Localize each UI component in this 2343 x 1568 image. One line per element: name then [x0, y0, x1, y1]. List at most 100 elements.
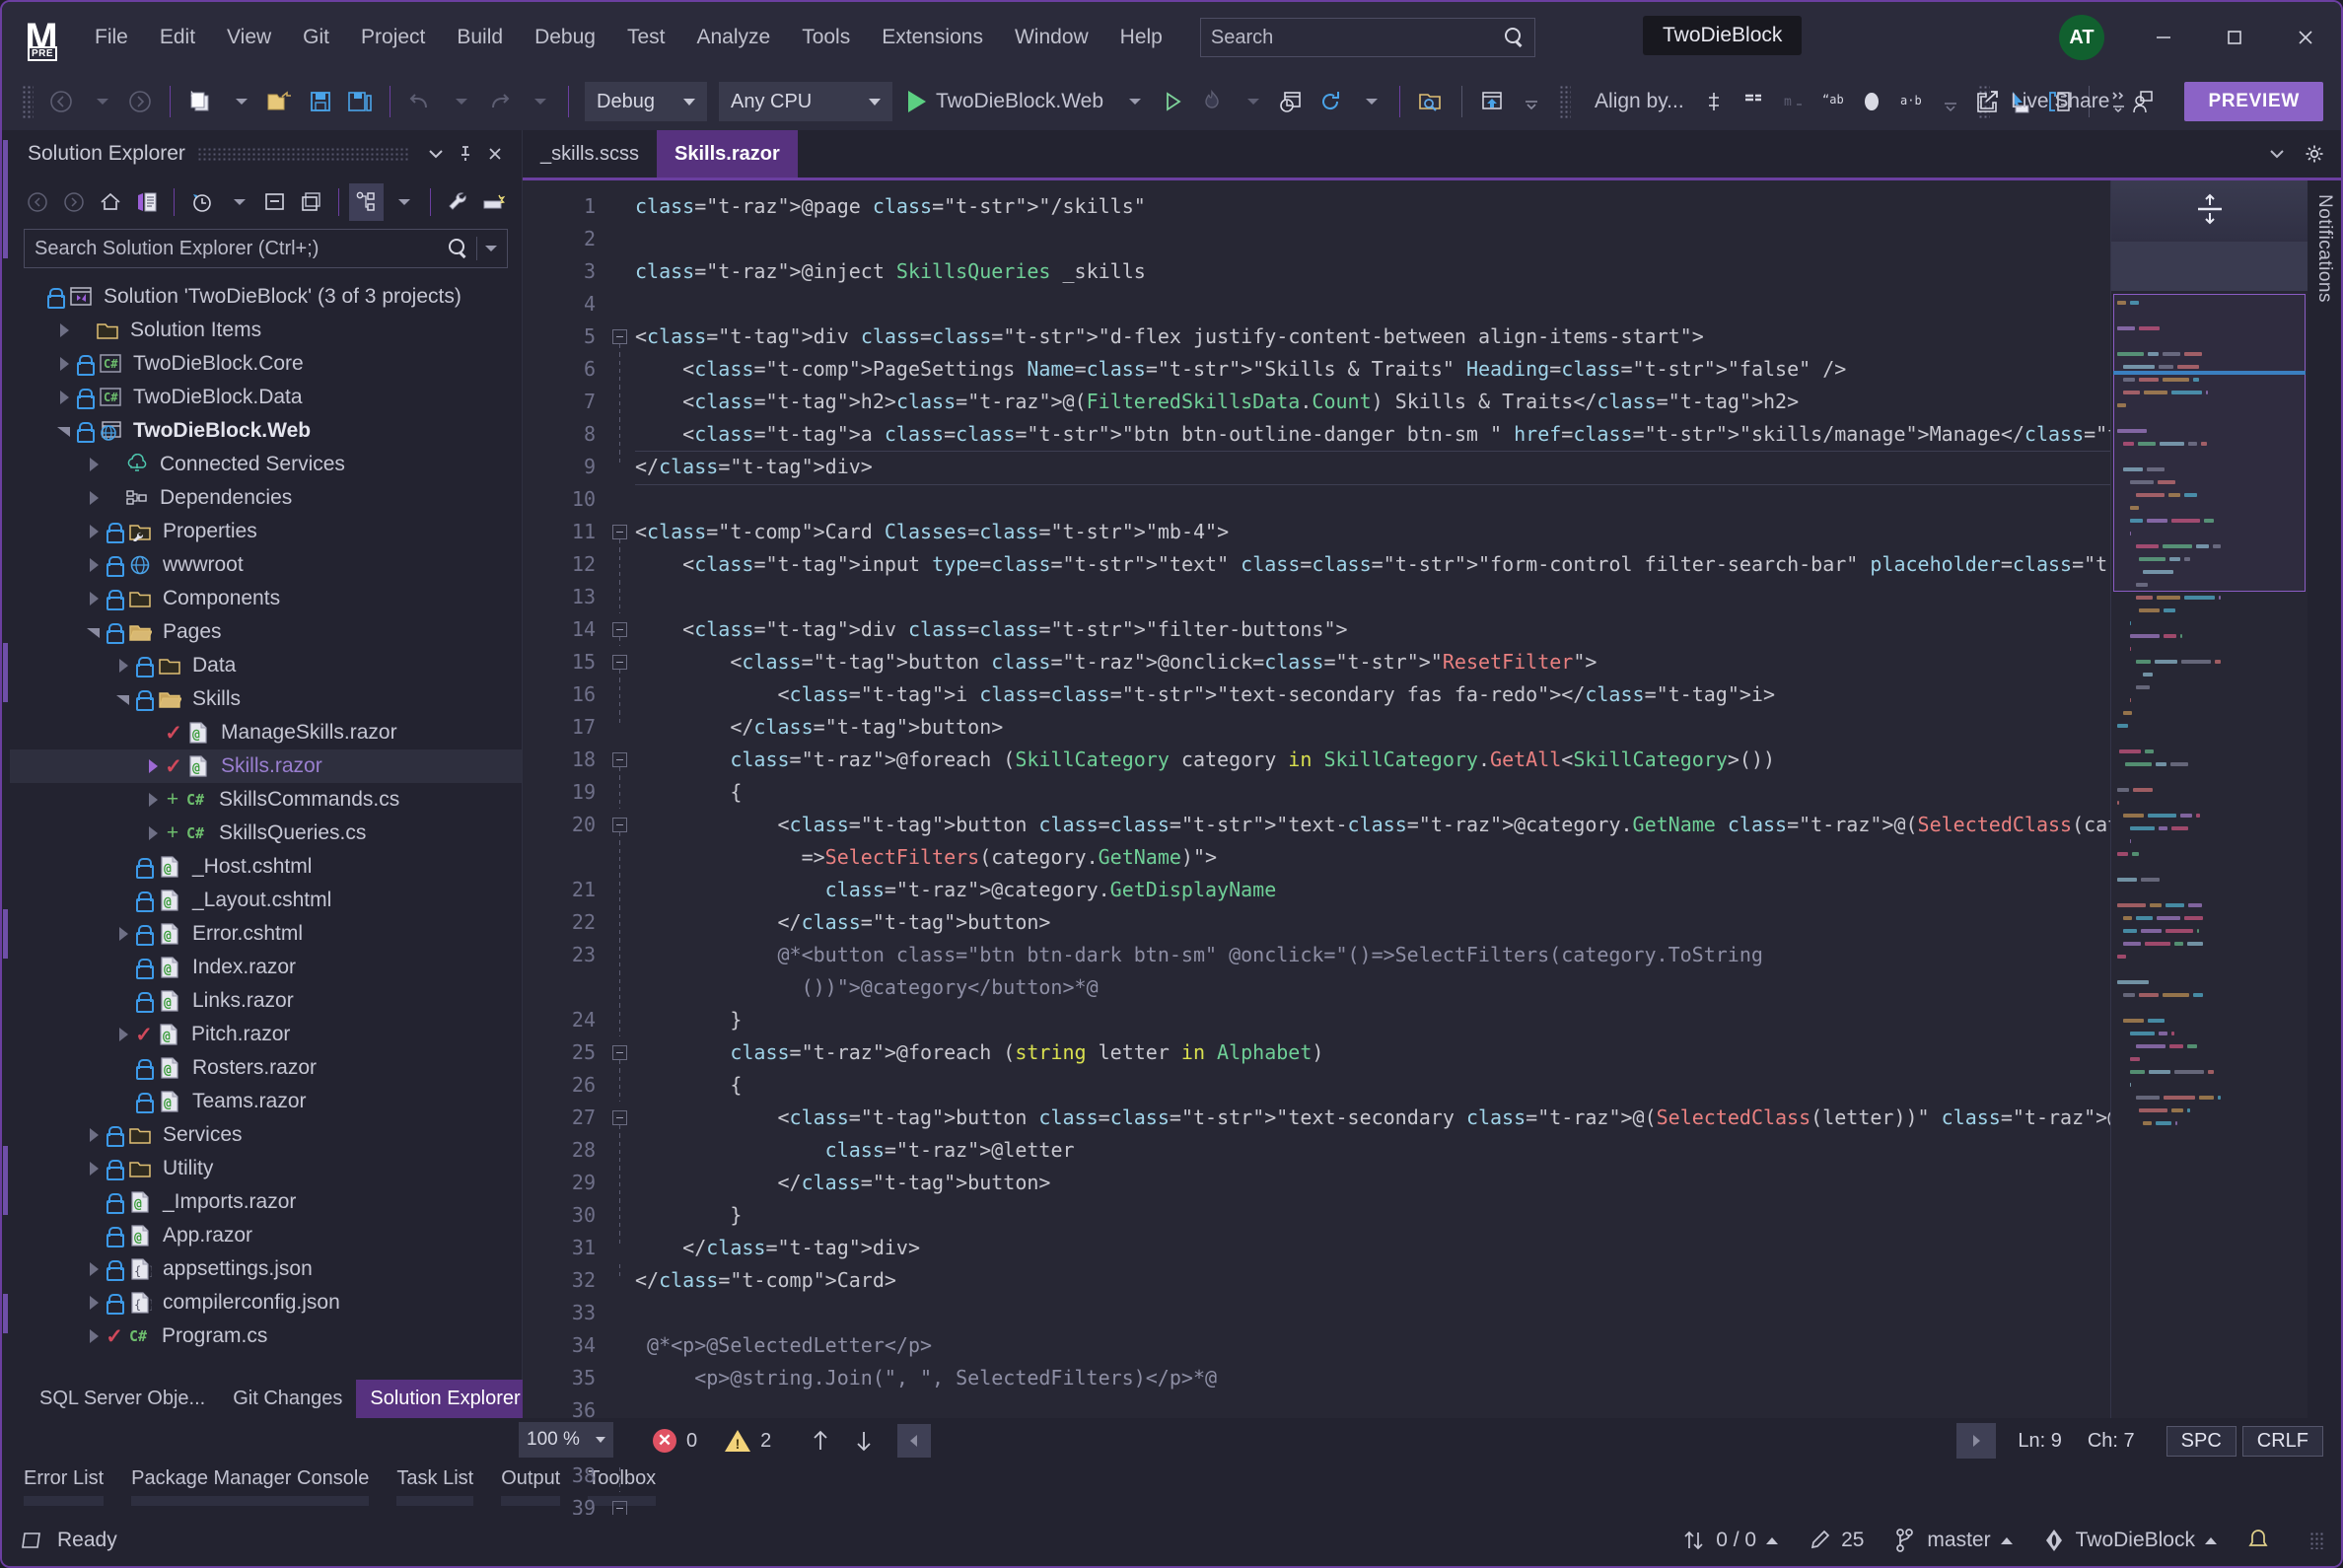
code-line[interactable]: class="t-raz">@foreach (SkillCategory ca…: [635, 744, 2110, 776]
undo-icon[interactable]: [400, 80, 440, 123]
code-line[interactable]: {: [635, 1069, 2110, 1102]
global-search-box[interactable]: [1199, 18, 1535, 57]
tree-item[interactable]: ✓ @ ManageSkills.razor: [10, 716, 522, 749]
expand-arrow-closed-icon[interactable]: [83, 454, 105, 475]
save-icon[interactable]: [301, 80, 340, 123]
tree-item[interactable]: ✓ @ Skills.razor: [10, 749, 522, 783]
code-text[interactable]: class="t-raz">@page class="t-str">"/skil…: [635, 180, 2110, 1418]
code-line[interactable]: class="t-raz">@page class="t-str">"/skil…: [635, 190, 2110, 223]
code-minimap[interactable]: [2110, 180, 2308, 1418]
tab-task-list[interactable]: Task List: [385, 1463, 485, 1506]
preview-button[interactable]: PREVIEW: [2184, 82, 2323, 121]
solution-view-dropdown[interactable]: [386, 183, 420, 221]
save-all-icon[interactable]: [340, 80, 380, 123]
fold-marker[interactable]: [607, 1167, 635, 1199]
code-line[interactable]: [635, 581, 2110, 613]
align-by-button[interactable]: Align by...: [1585, 80, 1694, 123]
menu-item-project[interactable]: Project: [345, 20, 441, 55]
code-line[interactable]: <class="t-tag">h2>class="t-raz">@(Filter…: [635, 386, 2110, 418]
pending-changes-status[interactable]: 0 / 0: [1682, 1529, 1779, 1552]
expand-arrow-closed-icon[interactable]: [53, 353, 75, 375]
account-badge-icon[interactable]: [2123, 80, 2163, 123]
fold-marker[interactable]: [607, 1004, 635, 1036]
tree-item[interactable]: TwoDieBlock.Web: [10, 414, 522, 448]
menu-item-git[interactable]: Git: [287, 20, 345, 55]
code-line[interactable]: }: [635, 1199, 2110, 1232]
fold-marker[interactable]: [607, 451, 635, 483]
fold-marker[interactable]: [607, 1199, 635, 1232]
expand-arrow-closed-icon[interactable]: [83, 1158, 105, 1179]
tree-item[interactable]: C# TwoDieBlock.Core: [10, 347, 522, 381]
code-editor[interactable]: 1 2 3 4 5 6 7 8 9 10 11 12 13 14 15 16 17 18 19 20 21 22 23 2…: [523, 178, 2341, 1566]
align-center-icon[interactable]: [1694, 80, 1734, 123]
tree-item[interactable]: C# TwoDieBlock.Data: [10, 381, 522, 414]
code-line[interactable]: </class="t-tag">div>: [635, 1232, 2110, 1264]
fold-marker[interactable]: [607, 1362, 635, 1394]
code-line[interactable]: class="t-raz">@foreach (string letter in…: [635, 1036, 2110, 1069]
menu-item-view[interactable]: View: [211, 20, 287, 55]
fold-marker[interactable]: [607, 1036, 635, 1069]
next-issue-button[interactable]: [842, 1423, 886, 1459]
history-dropdown[interactable]: [221, 183, 255, 221]
fold-marker[interactable]: [607, 646, 635, 678]
fold-marker[interactable]: [607, 809, 635, 841]
history-icon[interactable]: [184, 183, 219, 221]
redo-icon[interactable]: [479, 80, 519, 123]
new-project-icon[interactable]: [180, 80, 220, 123]
fold-marker[interactable]: [607, 678, 635, 711]
code-line[interactable]: class="t-raz">@category.GetDisplayName: [635, 874, 2110, 906]
fold-marker[interactable]: [607, 906, 635, 939]
open-file-icon[interactable]: [259, 80, 301, 123]
fold-marker[interactable]: [607, 744, 635, 776]
fold-marker[interactable]: [607, 483, 635, 516]
tree-item[interactable]: Connected Services: [10, 448, 522, 481]
fold-marker[interactable]: [607, 874, 635, 906]
code-line[interactable]: <class="t-tag">a class=class="t-str">"bt…: [635, 418, 2110, 451]
code-line[interactable]: </class="t-tag">button>: [635, 906, 2110, 939]
maximize-button[interactable]: [2199, 2, 2270, 73]
tree-item[interactable]: @ _Layout.cshtml: [10, 884, 522, 917]
tab-git-changes[interactable]: Git Changes: [219, 1380, 356, 1418]
tree-item[interactable]: Utility: [10, 1152, 522, 1185]
expand-arrow-closed-icon[interactable]: [83, 1325, 105, 1347]
code-line[interactable]: </class="t-tag">button>: [635, 711, 2110, 744]
code-line[interactable]: <class="t-tag">input type=class="t-str">…: [635, 548, 2110, 581]
tree-item[interactable]: { } appsettings.json: [10, 1252, 522, 1286]
fold-marker[interactable]: [607, 1134, 635, 1167]
fold-marker[interactable]: [607, 190, 635, 223]
fold-marker[interactable]: [607, 581, 635, 613]
expand-arrow-closed-icon[interactable]: [83, 588, 105, 609]
toolbar-grip-2[interactable]: [1559, 85, 1572, 118]
tree-item[interactable]: Components: [10, 582, 522, 615]
code-line[interactable]: </class="t-tag">button>: [635, 1167, 2110, 1199]
tree-item[interactable]: @ Rosters.razor: [10, 1051, 522, 1085]
fold-marker[interactable]: [607, 1102, 635, 1134]
code-line[interactable]: [635, 1394, 2110, 1418]
tree-item[interactable]: @ Links.razor: [10, 984, 522, 1018]
fold-marker[interactable]: [607, 548, 635, 581]
expand-arrow-open-icon[interactable]: [112, 688, 134, 710]
tree-item[interactable]: Dependencies: [10, 481, 522, 515]
tree-item[interactable]: @ Index.razor: [10, 951, 522, 984]
menu-item-analyze[interactable]: Analyze: [680, 20, 786, 55]
code-folding-column[interactable]: [607, 180, 635, 1566]
tree-item[interactable]: Data: [10, 649, 522, 682]
tree-item[interactable]: + C# SkillsQueries.cs: [10, 817, 522, 850]
solution-platform-combo[interactable]: Any CPU: [719, 82, 892, 121]
fold-marker[interactable]: [607, 418, 635, 451]
properties-wrench-icon[interactable]: [441, 183, 475, 221]
expand-arrow-closed-icon[interactable]: [53, 387, 75, 408]
fold-marker[interactable]: [607, 1460, 635, 1492]
expand-arrow-closed-icon[interactable]: [83, 1258, 105, 1280]
code-line[interactable]: <class="t-tag">i class=class="t-str">"te…: [635, 678, 2110, 711]
tree-item[interactable]: wwwroot: [10, 548, 522, 582]
solution-home-icon[interactable]: [1472, 80, 1512, 123]
previous-issue-button[interactable]: [799, 1423, 842, 1459]
code-line[interactable]: @*<button class="btn btn-dark btn-sm" @o…: [635, 939, 2110, 971]
fold-marker[interactable]: [607, 1297, 635, 1329]
solution-tree[interactable]: Solution 'TwoDieBlock' (3 of 3 projects)…: [10, 274, 522, 1375]
indentation-mode[interactable]: SPC: [2166, 1425, 2236, 1457]
editor-tab-skills-razor[interactable]: Skills.razor: [657, 130, 798, 178]
repository-status[interactable]: TwoDieBlock: [2042, 1528, 2217, 1553]
code-line[interactable]: =>SelectFilters(category.GetName)">: [635, 841, 2110, 874]
